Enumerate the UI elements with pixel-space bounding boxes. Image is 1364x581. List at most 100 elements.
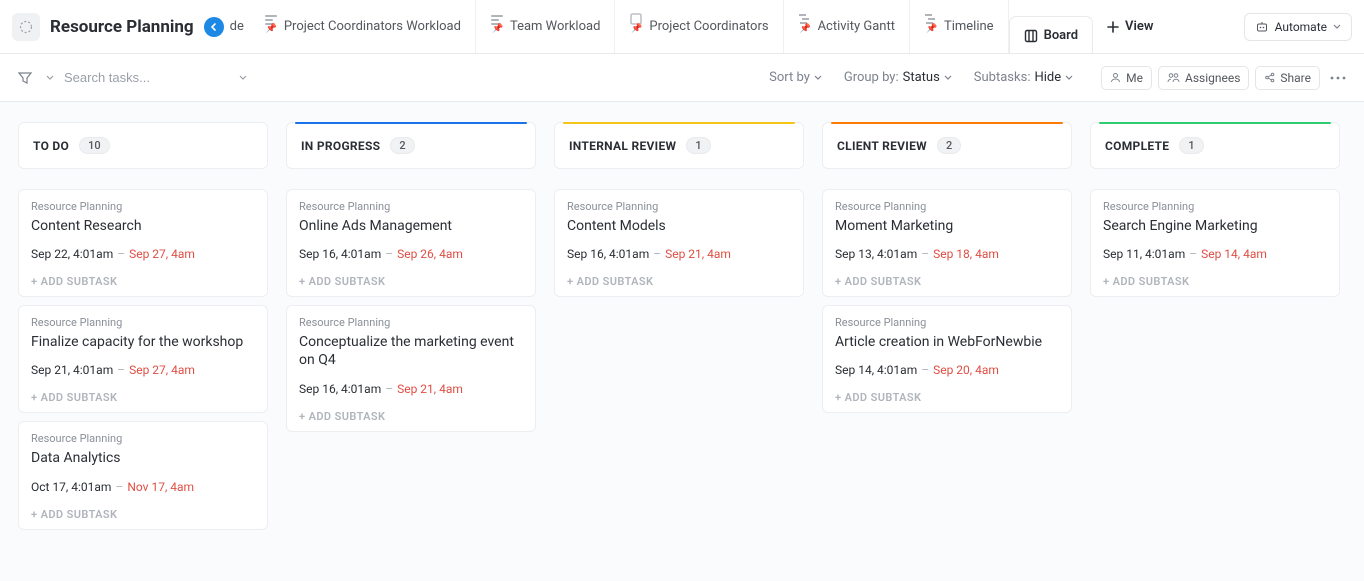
column-title: INTERNAL REVIEW (569, 139, 676, 153)
date-separator: – (117, 363, 125, 377)
card-title: Article creation in WebForNewbie (835, 333, 1059, 351)
start-date: Oct 17, 4:01am (31, 480, 111, 494)
share-button[interactable]: Share (1255, 66, 1320, 90)
board-column: CLIENT REVIEW 2 Resource PlanningMoment Ma… (822, 122, 1072, 561)
me-button[interactable]: Me (1101, 66, 1152, 90)
task-card[interactable]: Resource PlanningConceptualize the marke… (286, 305, 536, 431)
sort-by-button[interactable]: Sort by (769, 70, 822, 85)
card-title: Search Engine Marketing (1103, 217, 1327, 235)
card-dates: Oct 17, 4:01am–Nov 17, 4am (31, 480, 255, 494)
view-label: Timeline (944, 19, 994, 34)
view-tab-activity-gantt[interactable]: 📌 Activity Gantt (784, 0, 910, 53)
chevron-down-icon (814, 74, 822, 82)
group-by-value: Status (903, 70, 940, 85)
automate-label: Automate (1275, 20, 1327, 34)
column-header[interactable]: TO DO10 (18, 122, 268, 169)
end-date: Sep 20, 4am (933, 363, 999, 377)
view-icon: 📌 (924, 12, 938, 41)
date-separator: – (921, 363, 929, 377)
card-title: Online Ads Management (299, 217, 523, 235)
card-breadcrumb: Resource Planning (299, 316, 523, 329)
add-subtask-button[interactable]: + ADD SUBTASK (299, 410, 523, 423)
view-icon: 📌 (264, 12, 278, 41)
board-column: IN PROGRESS2 Resource Planning Online Ads … (286, 122, 536, 561)
header-bar: Resource Planning de 📌Project Coordinato… (0, 0, 1364, 54)
task-card[interactable]: Resource Planning Online Ads Management Se… (286, 189, 536, 297)
chevron-down-icon (944, 74, 952, 82)
card-breadcrumb: Resource Planning (567, 200, 791, 213)
scroll-views-left-button[interactable] (204, 17, 224, 37)
assignees-button[interactable]: Assignees (1158, 66, 1249, 90)
add-subtask-button[interactable]: + ADD SUBTASK (835, 275, 1059, 288)
board-column: TO DO10 Resource PlanningContent Research… (18, 122, 268, 561)
column-title: TO DO (33, 139, 69, 153)
more-options-button[interactable] (1330, 76, 1346, 80)
me-label: Me (1126, 71, 1143, 85)
end-date: Sep 21, 4am (397, 382, 463, 396)
column-header[interactable]: COMPLETE1 (1090, 122, 1340, 169)
end-date: Sep 14, 4am (1201, 247, 1267, 261)
task-card[interactable]: Resource PlanningFinalize capacity for t… (18, 305, 268, 413)
card-breadcrumb: Resource Planning (299, 200, 523, 213)
view-icon: 📌 (798, 12, 812, 41)
subtasks-label: Subtasks: (974, 70, 1031, 85)
add-subtask-button[interactable]: + ADD SUBTASK (299, 275, 523, 288)
task-card[interactable]: Resource PlanningArticle creation in Web… (822, 305, 1072, 413)
view-label: Project Coordinators Workload (284, 19, 461, 34)
view-tab-timeline[interactable]: 📌 Timeline (910, 0, 1009, 53)
toolbar: Sort by Group by: Status Subtasks: Hide … (0, 54, 1364, 102)
sort-by-label: Sort by (769, 70, 810, 85)
task-card[interactable]: Resource PlanningContent ResearchSep 22,… (18, 189, 268, 297)
view-icon: 📌 (490, 12, 504, 41)
pin-icon: 📌 (631, 24, 642, 34)
add-subtask-button[interactable]: + ADD SUBTASK (31, 391, 255, 404)
add-view-button[interactable]: View (1093, 19, 1167, 34)
column-header[interactable]: CLIENT REVIEW 2 (822, 122, 1072, 169)
card-title: Data Analytics (31, 449, 255, 467)
view-tab-board[interactable]: Board (1009, 16, 1093, 53)
add-subtask-button[interactable]: + ADD SUBTASK (31, 508, 255, 521)
column-header[interactable]: IN PROGRESS2 (286, 122, 536, 169)
view-tab-project-coordinators-workload[interactable]: 📌 Project Coordinators Workload (250, 0, 476, 53)
board-column: INTERNAL REVIEW1 Resource PlanningContent… (554, 122, 804, 561)
add-subtask-button[interactable]: + ADD SUBTASK (835, 391, 1059, 404)
column-title: CLIENT REVIEW (837, 139, 927, 153)
filter-icon[interactable] (18, 71, 32, 85)
assignees-label: Assignees (1185, 71, 1240, 85)
column-header[interactable]: INTERNAL REVIEW1 (554, 122, 804, 169)
view-tab-project-coordinators[interactable]: 📌Project Coordinators (615, 0, 783, 53)
view-tab-team-workload[interactable]: 📌Team Workload (476, 0, 615, 53)
start-date: Sep 16, 4:01am (299, 382, 381, 396)
group-by-label: Group by: (844, 70, 899, 85)
card-dates: Sep 16, 4:01am–Sep 21, 4am (299, 382, 523, 396)
task-card[interactable]: Resource PlanningSearch Engine Marketing… (1090, 189, 1340, 297)
start-date: Sep 14, 4:01am (835, 363, 917, 377)
add-subtask-button[interactable]: + ADD SUBTASK (31, 275, 255, 288)
column-count: 2 (937, 137, 961, 154)
add-subtask-button[interactable]: + ADD SUBTASK (567, 275, 791, 288)
board: TO DO10 Resource PlanningContent Research… (0, 102, 1364, 581)
task-card[interactable]: Resource PlanningContent ModelsSep 16, 4… (554, 189, 804, 297)
view-icon (1024, 29, 1038, 43)
search-caret-icon[interactable] (238, 73, 248, 83)
start-date: Sep 16, 4:01am (299, 247, 381, 261)
column-count: 1 (1179, 137, 1203, 154)
card-list: Resource PlanningMoment MarketingSep 13,… (822, 189, 1072, 413)
column-title: IN PROGRESS (301, 139, 380, 153)
start-date: Sep 16, 4:01am (567, 247, 649, 261)
card-list: Resource Planning Online Ads Management Se… (286, 189, 536, 432)
people-icon (1167, 72, 1180, 83)
filter-caret-icon[interactable] (46, 74, 54, 82)
view-label: Activity Gantt (818, 19, 895, 34)
task-card[interactable]: Resource PlanningMoment MarketingSep 13,… (822, 189, 1072, 297)
start-date: Sep 22, 4:01am (31, 247, 113, 261)
group-by-button[interactable]: Group by: Status (844, 70, 952, 85)
task-card[interactable]: Resource PlanningData AnalyticsOct 17, 4… (18, 421, 268, 529)
add-subtask-button[interactable]: + ADD SUBTASK (1103, 275, 1327, 288)
automate-button[interactable]: Automate (1244, 13, 1352, 41)
start-date: Sep 11, 4:01am (1103, 247, 1185, 261)
card-dates: Sep 22, 4:01am–Sep 27, 4am (31, 247, 255, 261)
search-input[interactable] (64, 70, 234, 85)
card-title: Moment Marketing (835, 217, 1059, 235)
subtasks-button[interactable]: Subtasks: Hide (974, 70, 1073, 85)
